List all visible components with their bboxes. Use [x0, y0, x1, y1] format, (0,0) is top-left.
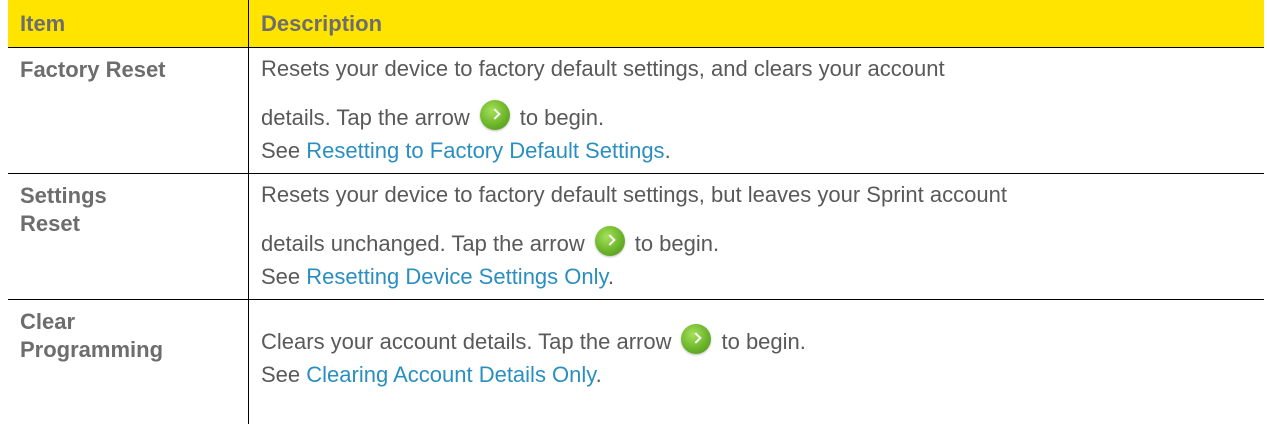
see-label: See [261, 362, 307, 387]
item-label-line2: Programming [20, 337, 164, 362]
description-text-2: details unchanged. Tap the arrow to begi… [261, 226, 1264, 262]
table-row-clear-programming: Clear Programming Clears your account de… [8, 300, 1264, 424]
reset-options-table: Item Description Factory Reset Resets yo… [8, 0, 1264, 424]
description-before-icon: details. Tap the arrow [261, 105, 470, 130]
table-row-factory-reset: Factory Reset Resets your device to fact… [8, 48, 1264, 174]
item-description: Resets your device to factory default se… [248, 48, 1264, 173]
see-also: See Clearing Account Details Only. [261, 362, 1264, 388]
period: . [607, 264, 615, 289]
link-resetting-factory-default[interactable]: Resetting to Factory Default Settings [306, 138, 664, 163]
table-row-settings-reset: Settings Reset Resets your device to fac… [8, 174, 1264, 300]
description-after-icon: to begin. [634, 231, 720, 256]
header-item: Item [20, 10, 66, 36]
item-label: Settings Reset [8, 174, 248, 299]
arrow-right-circle-icon [681, 324, 712, 354]
item-label-line1: Settings [20, 183, 107, 208]
period: . [595, 362, 602, 387]
table-header: Item Description [8, 0, 1264, 48]
see-also: See Resetting Device Settings Only. [261, 264, 1264, 290]
period: . [664, 138, 671, 163]
item-label: Clear Programming [8, 300, 248, 424]
see-label: See [261, 138, 307, 163]
item-description: Clears your account details. Tap the arr… [248, 300, 1264, 424]
description-text: Clears your account details. Tap the arr… [261, 324, 1264, 360]
see-also: See Resetting to Factory Default Setting… [261, 138, 1264, 164]
description-after-icon: to begin. [721, 329, 806, 354]
description-text: Resets your device to factory default se… [261, 182, 1007, 207]
description-before-icon: details unchanged. Tap the arrow [261, 231, 585, 256]
arrow-right-circle-icon [594, 226, 625, 256]
description-text: Resets your device to factory default se… [261, 56, 945, 81]
description-text-2: details. Tap the arrow to begin. [261, 100, 1264, 136]
item-label-text: Factory Reset [20, 57, 166, 82]
arrow-right-circle-icon [479, 100, 510, 130]
description-before-icon: Clears your account details. Tap the arr… [261, 329, 672, 354]
item-label-line1: Clear [20, 309, 76, 334]
link-clearing-account-details[interactable]: Clearing Account Details Only [306, 362, 595, 387]
item-label: Factory Reset [8, 48, 248, 173]
item-label-line2: Reset [20, 211, 80, 236]
description-after-icon: to begin. [519, 105, 605, 130]
see-label: See [261, 264, 307, 289]
item-description: Resets your device to factory default se… [248, 174, 1264, 299]
link-resetting-device-settings[interactable]: Resetting Device Settings Only [306, 264, 608, 289]
header-description: Description [248, 0, 1264, 47]
